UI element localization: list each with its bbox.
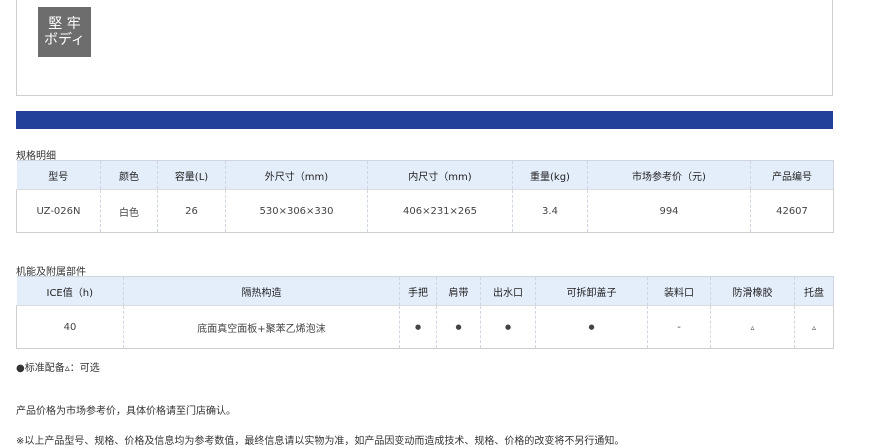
spec-header-capacity: 容量(L) bbox=[157, 160, 226, 190]
disclaimer-note: ※以上产品型号、规格、价格及信息均为参考数值，最终信息请以实物为准，如产品因变动… bbox=[16, 436, 625, 447]
spec-cell-price: 994 bbox=[587, 189, 751, 233]
spec-cell-capacity: 26 bbox=[157, 189, 226, 233]
section-divider-bar bbox=[16, 111, 833, 129]
spec-header-weight: 重量(kg) bbox=[512, 160, 588, 190]
func-cell-tray: ▵ bbox=[794, 305, 834, 349]
spec-table: 型号 颜色 容量(L) 外尺寸（mm) 内尺寸（mm) 重量(kg) 市场参考价… bbox=[16, 160, 834, 233]
func-header-tray: 托盘 bbox=[794, 276, 834, 306]
spec-header-color: 颜色 bbox=[100, 160, 158, 190]
function-table: ICE值（h) 隔热构造 手把 肩带 出水口 可拆卸盖子 装料口 防滑橡胶 托盘… bbox=[16, 276, 834, 349]
spec-header-outer-size: 外尺寸（mm) bbox=[225, 160, 368, 190]
product-image-frame bbox=[16, 0, 833, 96]
func-cell-insulation: 底面真空面板+聚苯乙烯泡沫 bbox=[123, 305, 400, 349]
spec-cell-color: 白色 bbox=[100, 189, 158, 233]
func-cell-shoulder-strap: ● bbox=[436, 305, 481, 349]
spec-header-price: 市场参考价（元) bbox=[587, 160, 751, 190]
func-header-drain: 出水口 bbox=[480, 276, 536, 306]
func-header-removable-lid: 可拆卸盖子 bbox=[535, 276, 648, 306]
func-cell-drain: ● bbox=[480, 305, 536, 349]
spec-header-row: 型号 颜色 容量(L) 外尺寸（mm) 内尺寸（mm) 重量(kg) 市场参考价… bbox=[16, 160, 834, 190]
func-cell-handle: ● bbox=[399, 305, 437, 349]
func-cell-loading-port: - bbox=[647, 305, 711, 349]
spec-header-product-code: 产品编号 bbox=[750, 160, 834, 190]
func-cell-removable-lid: ● bbox=[535, 305, 648, 349]
spec-cell-outer-size: 530×306×330 bbox=[225, 189, 368, 233]
badge-line-2: ボディ bbox=[43, 32, 86, 48]
legend-note: ●标准配备▵：可选 bbox=[16, 363, 100, 374]
spec-cell-weight: 3.4 bbox=[512, 189, 588, 233]
func-header-ice: ICE值（h) bbox=[16, 276, 124, 306]
func-header-handle: 手把 bbox=[399, 276, 437, 306]
spec-header-inner-size: 内尺寸（mm) bbox=[367, 160, 513, 190]
price-note: 产品价格为市场参考价，具体价格请至门店确认。 bbox=[16, 406, 236, 417]
func-header-loading-port: 装料口 bbox=[647, 276, 711, 306]
spec-cell-inner-size: 406×231×265 bbox=[367, 189, 513, 233]
table-row: UZ-026N 白色 26 530×306×330 406×231×265 3.… bbox=[16, 189, 834, 233]
spec-cell-model: UZ-026N bbox=[16, 189, 101, 233]
func-header-shoulder-strap: 肩带 bbox=[436, 276, 481, 306]
spec-header-model: 型号 bbox=[16, 160, 101, 190]
function-header-row: ICE值（h) 隔热构造 手把 肩带 出水口 可拆卸盖子 装料口 防滑橡胶 托盘 bbox=[16, 276, 834, 306]
func-cell-ice: 40 bbox=[16, 305, 124, 349]
func-cell-non-slip-rubber: ▵ bbox=[710, 305, 795, 349]
table-row: 40 底面真空面板+聚苯乙烯泡沫 ● ● ● ● - ▵ ▵ bbox=[16, 305, 834, 349]
func-header-non-slip-rubber: 防滑橡胶 bbox=[710, 276, 795, 306]
sturdy-body-badge: 堅 牢 ボディ bbox=[38, 7, 91, 57]
spec-cell-product-code: 42607 bbox=[750, 189, 834, 233]
badge-line-1: 堅 牢 bbox=[48, 16, 81, 32]
func-header-insulation: 隔热构造 bbox=[123, 276, 400, 306]
